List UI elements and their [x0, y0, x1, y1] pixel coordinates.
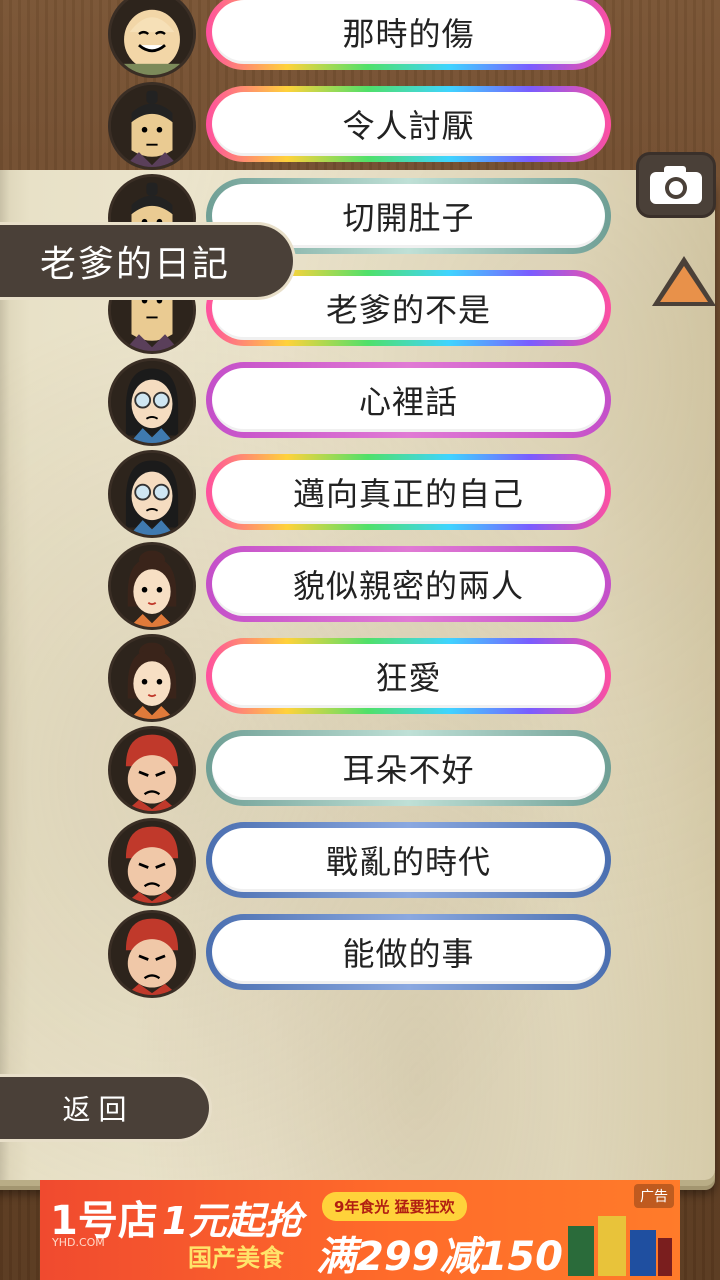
entry-label: 能做的事: [212, 920, 605, 984]
ad-subline: 国产美食: [188, 1244, 284, 1272]
entry-label: 狂愛: [212, 644, 605, 708]
entry-button[interactable]: 那時的傷: [206, 0, 611, 70]
entry-row[interactable]: 狂愛: [108, 634, 613, 722]
entry-row[interactable]: 能做的事: [108, 910, 613, 998]
avatar-red-cap-old-man: [108, 726, 196, 814]
entry-label: 令人討厭: [212, 92, 605, 156]
entry-row[interactable]: 令人討厭: [108, 82, 613, 170]
avatar-kimono-woman: [108, 634, 196, 722]
entry-row[interactable]: 戰亂的時代: [108, 818, 613, 906]
avatar-red-cap-old-man: [108, 910, 196, 998]
ad-headline: 1元起抢: [162, 1199, 303, 1243]
camera-button[interactable]: [636, 152, 716, 218]
entry-button[interactable]: 戰亂的時代: [206, 822, 611, 898]
ad-banner[interactable]: 1号店 YHD.COM 1元起抢 国产美食 9年食光 猛要狂欢 满299减150…: [40, 1180, 680, 1280]
entry-button[interactable]: 令人討厭: [206, 86, 611, 162]
scroll-up-button[interactable]: [648, 252, 720, 312]
entry-label: 邁向真正的自己: [212, 460, 605, 524]
avatar-glasses-woman: [108, 358, 196, 446]
entry-label: 戰亂的時代: [212, 828, 605, 892]
entry-row[interactable]: 心裡話: [108, 358, 613, 446]
avatar-topknot-man: [108, 82, 196, 170]
entry-button[interactable]: 貌似親密的兩人: [206, 546, 611, 622]
entry-label: 耳朵不好: [212, 736, 605, 800]
entry-label: 貌似親密的兩人: [212, 552, 605, 616]
entry-label: 心裡話: [212, 368, 605, 432]
entry-row[interactable]: 邁向真正的自己: [108, 450, 613, 538]
back-button[interactable]: 返回: [0, 1074, 212, 1142]
entry-button[interactable]: 能做的事: [206, 914, 611, 990]
avatar-kimono-woman: [108, 542, 196, 630]
entry-button[interactable]: 心裡話: [206, 362, 611, 438]
avatar-red-cap-old-man: [108, 818, 196, 906]
ad-tag[interactable]: 广告: [634, 1184, 674, 1208]
ad-badge: 9年食光 猛要狂欢: [322, 1192, 467, 1221]
avatar-bald-old-man: [108, 0, 196, 78]
entry-row[interactable]: 耳朵不好: [108, 726, 613, 814]
triangle-up-icon: [652, 256, 716, 306]
entry-label: 那時的傷: [212, 0, 605, 64]
entry-row[interactable]: 那時的傷: [108, 0, 613, 78]
ad-promo: 满299减150: [316, 1234, 563, 1280]
entry-button[interactable]: 邁向真正的自己: [206, 454, 611, 530]
entry-row[interactable]: 貌似親密的兩人: [108, 542, 613, 630]
camera-icon: [650, 166, 702, 204]
ad-logo-sub: YHD.COM: [52, 1236, 105, 1249]
entry-button[interactable]: 耳朵不好: [206, 730, 611, 806]
ad-product-image: [568, 1216, 672, 1276]
diary-title: 老爹的日記: [0, 222, 296, 300]
avatar-glasses-woman: [108, 450, 196, 538]
entry-list[interactable]: 那時的傷 令人討厭 切開肚子 老爹的不是 心裡話 邁向真正的自己 貌似親密的兩人…: [0, 0, 720, 1000]
entry-button[interactable]: 狂愛: [206, 638, 611, 714]
